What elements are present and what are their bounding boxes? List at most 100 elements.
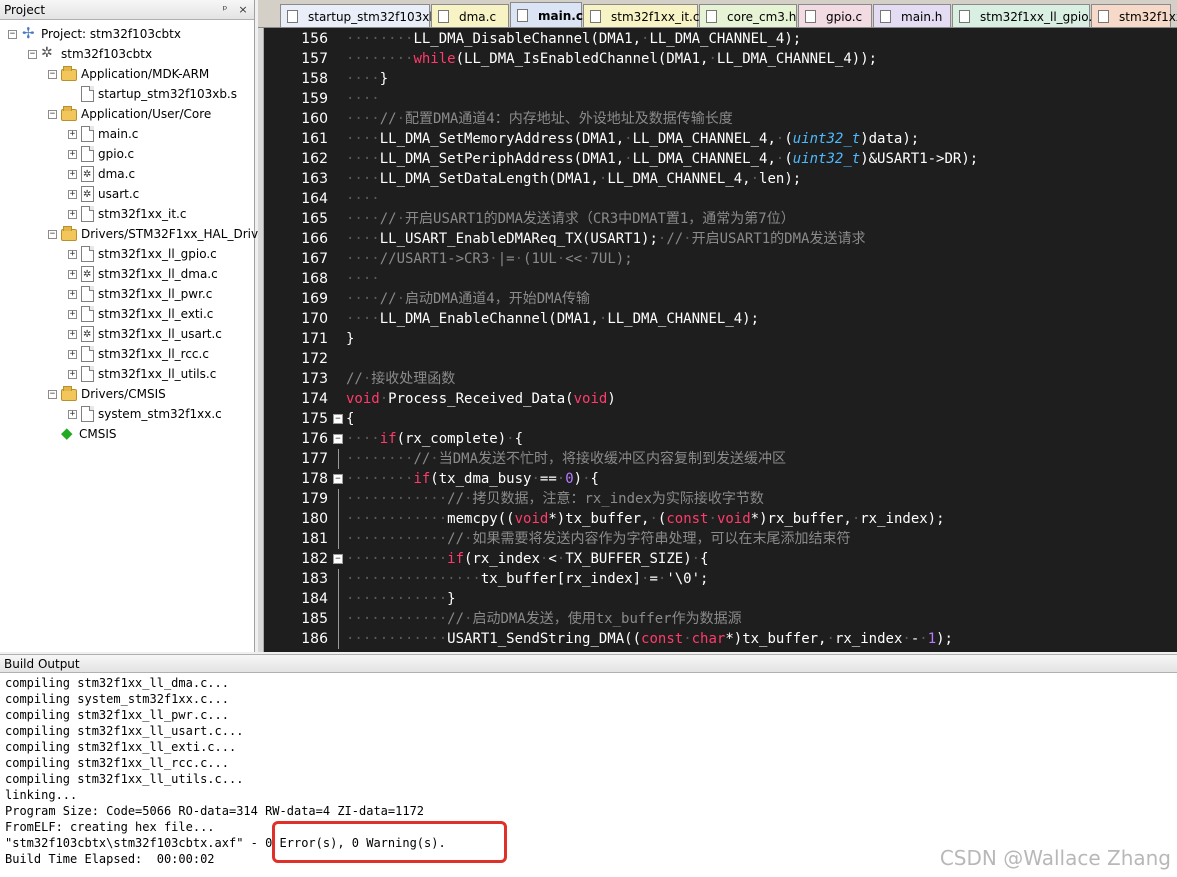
tree-item[interactable]: + stm32f1xx_ll_rcc.c (68, 344, 209, 364)
tree-item[interactable]: + gpio.c (68, 144, 134, 164)
expand-icon[interactable]: + (68, 309, 77, 319)
code-token: ···· (346, 191, 380, 207)
tab-gpio-c[interactable]: gpio.c (798, 4, 872, 27)
tree-item[interactable]: − Application/User/Core (48, 104, 211, 124)
code-line: 169 ····//·启动DMA通道4，开始DMA传输 (264, 289, 1177, 309)
build-output-text[interactable]: compiling stm32f1xx_ll_dma.c... compiling… (0, 675, 1177, 867)
line-number: 177 (301, 451, 328, 467)
code-token: LL_DMA_EnableChannel(DMA1, (379, 311, 599, 327)
tab-stm32f1xx[interactable]: stm32f1xx (1091, 4, 1177, 27)
tree-item[interactable]: CMSIS (48, 424, 117, 444)
expand-icon[interactable]: + (68, 409, 77, 419)
fold-collapse-icon[interactable]: − (333, 474, 343, 484)
tree-item[interactable]: − Application/MDK-ARM (48, 64, 209, 84)
tab-startup-stm32f103xb-s[interactable]: startup_stm32f103xb.s (280, 4, 447, 27)
code-text: ····LL_DMA_EnableChannel(DMA1,·LL_DMA_CH… (346, 309, 759, 329)
code-token: ········ (346, 451, 414, 467)
fold-collapse-icon[interactable]: − (333, 414, 343, 424)
tree-item-label: stm32f1xx_ll_gpio.c (98, 247, 217, 261)
tree-item[interactable]: + stm32f1xx_ll_pwr.c (68, 284, 212, 304)
expand-icon[interactable]: + (68, 189, 77, 199)
code-token: ············ (346, 531, 448, 547)
collapse-icon[interactable]: − (48, 109, 57, 119)
expand-icon[interactable]: + (68, 129, 77, 139)
code-token: LL_DMA_CHANNEL_4); (649, 31, 802, 47)
code-token: ···· (346, 91, 380, 107)
expand-icon[interactable]: + (68, 369, 77, 379)
tree-item[interactable]: − Project: stm32f103cbtx (8, 24, 181, 44)
tree-item[interactable]: + usart.c (68, 184, 139, 204)
code-token: void (514, 511, 549, 527)
code-token: *)rx_buffer, (750, 511, 852, 527)
tab-stm32f1xx-ll-gpio-c[interactable]: stm32f1xx_ll_gpio.c (952, 4, 1099, 27)
tab-core-cm3-h[interactable]: core_cm3.h (699, 4, 797, 27)
collapse-icon[interactable]: − (48, 229, 57, 239)
code-token: const (666, 511, 709, 527)
close-icon[interactable]: × (236, 3, 250, 17)
expand-icon[interactable]: + (68, 289, 77, 299)
tree-item-label: stm32f1xx_ll_dma.c (98, 267, 218, 281)
expand-icon[interactable]: + (68, 149, 77, 159)
project-pane-title: Project (4, 2, 46, 17)
build-output-line: compiling stm32f1xx_ll_rcc.c... (5, 756, 229, 770)
expand-icon[interactable]: + (68, 249, 77, 259)
code-token: 如果需要将发送内容作为字符串处理，可以在末尾添加结束符 (472, 531, 851, 547)
code-token: ············ (346, 551, 448, 567)
cmsis-icon (61, 424, 75, 442)
code-token: · (582, 471, 591, 487)
tree-item[interactable]: + stm32f1xx_it.c (68, 204, 186, 224)
tree-item[interactable]: + main.c (68, 124, 138, 144)
tab-main-c[interactable]: main.c (510, 2, 583, 27)
code-line: 181 ············//·如果需要将发送内容作为字符串处理，可以在末尾… (264, 529, 1177, 549)
code-token: char (691, 631, 726, 647)
tree-item[interactable]: + stm32f1xx_ll_utils.c (68, 364, 216, 384)
tab-dma-c[interactable]: dma.c (431, 4, 509, 27)
expand-icon[interactable]: + (68, 169, 77, 179)
code-token: LL_DMA_CHANNEL_4, (607, 171, 751, 187)
tree-item[interactable]: + system_stm32f1xx.c (68, 404, 222, 424)
code-line: 185 ············//·启动DMA发送，使用tx_buffer作为数… (264, 609, 1177, 629)
fold-collapse-icon[interactable]: − (333, 434, 343, 444)
expand-icon[interactable]: + (68, 349, 77, 359)
tree-item[interactable]: + stm32f1xx_ll_dma.c (68, 264, 218, 284)
code-editor[interactable]: 156 ········LL_DMA_DisableChannel(DMA1,·L… (264, 28, 1177, 652)
tab-stm32f1xx-it-c[interactable]: stm32f1xx_it.c (583, 4, 699, 27)
folder-icon (61, 106, 77, 121)
code-token: const (641, 631, 684, 647)
code-text: void·Process_Received_Data(void) (346, 389, 616, 409)
expand-icon[interactable]: + (68, 209, 77, 219)
line-number: 178 (301, 471, 328, 487)
code-token: void (716, 511, 751, 527)
code-line: 186 ············USART1_SendString_DMA((co… (264, 629, 1177, 649)
expand-icon[interactable]: + (68, 329, 77, 339)
tree-item[interactable]: − stm32f103cbtx (28, 44, 152, 64)
code-text: } (346, 329, 354, 349)
expand-icon[interactable]: + (68, 269, 77, 279)
fold-guide (338, 509, 339, 529)
code-token: ···· (346, 431, 380, 447)
tree-item[interactable]: + stm32f1xx_ll_usart.c (68, 324, 222, 344)
tree-item[interactable]: startup_stm32f103xb.s (68, 84, 237, 104)
code-token: uint32_t (792, 151, 861, 167)
collapse-icon[interactable]: − (48, 389, 57, 399)
code-token: len); (759, 171, 802, 187)
tree-item[interactable]: + stm32f1xx_ll_gpio.c (68, 244, 217, 264)
collapse-icon[interactable]: − (8, 29, 17, 39)
collapse-icon[interactable]: − (48, 69, 57, 79)
tree-item[interactable]: + dma.c (68, 164, 135, 184)
code-token: LL_DMA_CHANNEL_4, (632, 151, 776, 167)
code-token: '\0' (666, 571, 701, 587)
fold-collapse-icon[interactable]: − (333, 554, 343, 564)
code-token: 配置DMA通道4：内存地址、外设地址及数据传输长度 (405, 111, 733, 127)
tree-item[interactable]: − Drivers/STM32F1xx_HAL_Driver (48, 224, 270, 244)
pin-icon[interactable]: ᵖ (218, 3, 232, 17)
tree-item[interactable]: + stm32f1xx_ll_exti.c (68, 304, 213, 324)
file-dep-icon (81, 326, 94, 342)
tab-main-h[interactable]: main.h (873, 4, 951, 27)
tree-item[interactable]: − Drivers/CMSIS (48, 384, 166, 404)
code-token: rx_index (834, 631, 903, 647)
code-text: ····//USART1->CR3·|=·(1UL·<<·7UL); (346, 249, 633, 269)
collapse-icon[interactable]: − (28, 49, 37, 59)
code-token: · (430, 451, 439, 467)
code-token: { (346, 411, 355, 427)
